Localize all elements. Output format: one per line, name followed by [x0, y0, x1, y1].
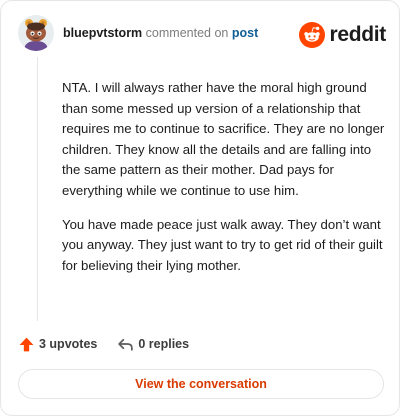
upvotes-count: 3 upvotes: [39, 337, 98, 351]
comment-header: bluepvtstorm commented on post reddit: [18, 15, 388, 53]
upvote-arrow-icon: [19, 337, 34, 351]
view-conversation-label: View the conversation: [135, 377, 267, 391]
embedded-comment-card: bluepvtstorm commented on post reddit NT…: [0, 0, 400, 416]
reddit-wordmark: reddit: [329, 23, 386, 46]
comment-paragraph: NTA. I will always rather have the moral…: [62, 80, 385, 198]
reply-arrow-icon: [118, 338, 134, 351]
comment-action-text: commented on: [145, 26, 229, 40]
comment-meta: bluepvtstorm commented on post: [63, 26, 258, 40]
view-conversation-button[interactable]: View the conversation: [18, 369, 384, 399]
username-link[interactable]: bluepvtstorm: [63, 26, 142, 40]
comment-body: NTA. I will always rather have the moral…: [62, 78, 388, 289]
replies-count: 0 replies: [138, 337, 190, 351]
reddit-brand[interactable]: reddit: [299, 22, 386, 48]
upvotes-stat[interactable]: 3 upvotes: [18, 336, 97, 353]
comment-footer: 3 upvotes 0 replies: [18, 334, 209, 354]
replies-stat[interactable]: 0 replies: [117, 336, 189, 353]
post-link[interactable]: post: [232, 26, 258, 40]
thread-line: [37, 57, 38, 321]
comment-paragraph: You have made peace just walk away. They…: [62, 216, 383, 273]
snoo-avatar-icon[interactable]: [18, 15, 54, 51]
reddit-logo-icon: [299, 22, 326, 48]
